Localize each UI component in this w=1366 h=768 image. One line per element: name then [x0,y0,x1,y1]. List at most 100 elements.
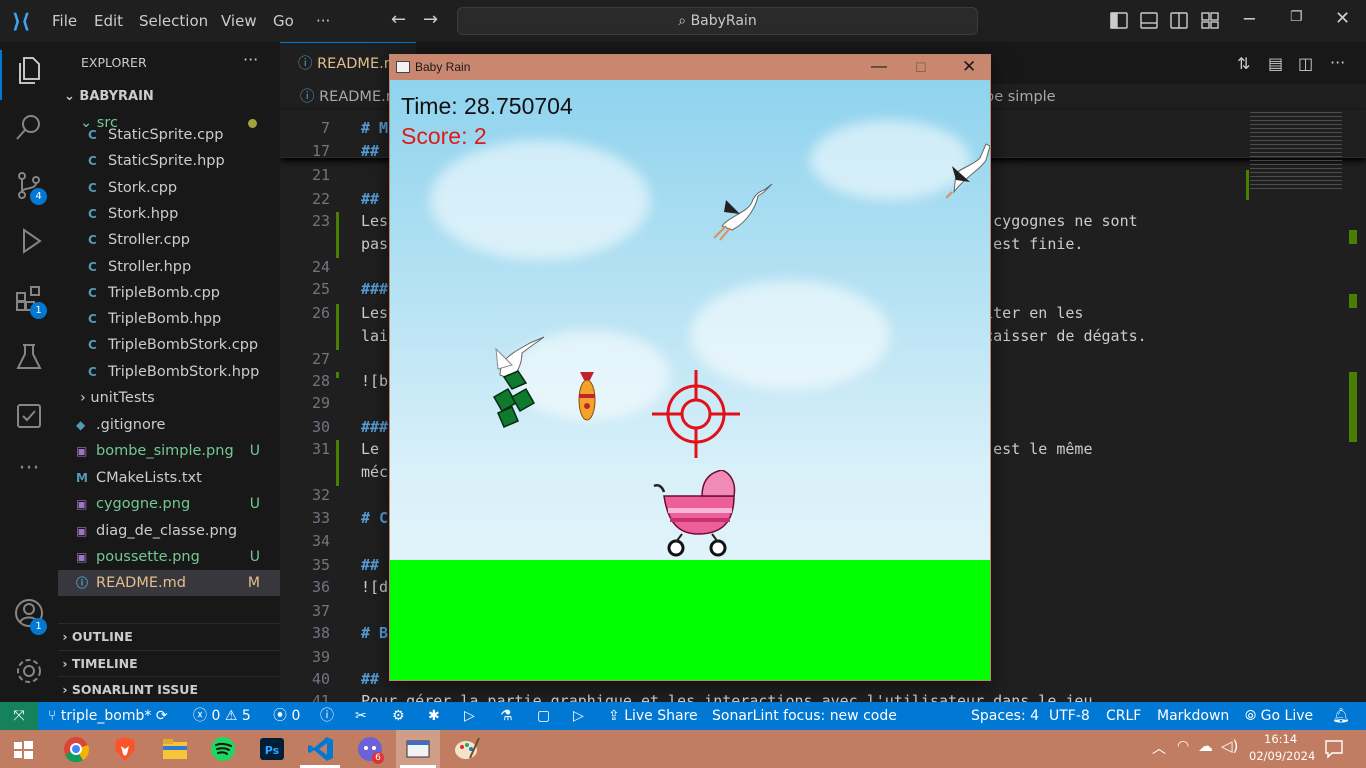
split-editor-icon[interactable]: ◫ [1298,54,1313,73]
info-circle-icon[interactable]: ⓘ [320,702,334,730]
explorer-icon[interactable] [14,54,44,84]
editor-more-icon[interactable]: ··· [1330,53,1345,72]
notification-center-icon[interactable] [1324,739,1344,759]
vscode-taskbar-icon[interactable] [306,734,336,764]
code-line[interactable]: ## [361,670,379,688]
remote-indicator[interactable]: ⤧ [0,702,38,730]
testing-icon[interactable] [14,342,44,372]
minimize-icon[interactable]: — [871,54,887,79]
close-icon[interactable]: ✕ [962,54,976,79]
file-item[interactable]: C TripleBomb.cpp [58,280,280,306]
file-item[interactable]: C StaticSprite.cpp [58,122,280,148]
game-window-titlebar[interactable]: Baby Rain — ☐ ✕ [390,55,990,80]
onedrive-cloud-icon[interactable]: ☁ [1198,737,1213,755]
photoshop-icon[interactable]: Ps [257,734,287,764]
clock-date[interactable]: 02/09/2024 [1249,749,1315,763]
live-share-button[interactable]: ⇪ Live Share [608,702,698,730]
code-line[interactable]: # B [361,624,388,642]
encoding-setting[interactable]: UTF-8 [1049,702,1090,730]
menu-view[interactable]: View [221,12,257,30]
game-window[interactable]: Baby Rain — ☐ ✕ Time: 28.750704 Score: 2 [389,54,991,681]
menu-selection[interactable]: Selection [139,12,208,30]
minimap[interactable] [1246,110,1346,702]
file-item[interactable]: ▣ poussette.png U [58,544,280,570]
flask-icon[interactable]: ⚗ [500,702,513,730]
timeline-section[interactable]: › TIMELINE [58,650,280,676]
sonarlint-section[interactable]: › SONARLINT ISSUE LOCATIONS [58,676,280,702]
file-item[interactable]: C Stroller.hpp [58,254,280,280]
scrollbar[interactable] [1349,112,1361,702]
branch-indicator[interactable]: ⑂ triple_bomb* ⟳ [48,702,168,730]
file-item[interactable]: ⓘ README.md M [58,570,280,597]
code-line[interactable]: # C [361,509,388,527]
file-item[interactable]: C TripleBomb.hpp [58,306,280,332]
code-line[interactable]: ### [361,280,388,298]
file-explorer-icon[interactable] [160,734,190,764]
forward-arrow-icon[interactable]: → [423,9,438,30]
gear-icon[interactable]: ⚙ [392,702,405,730]
close-icon[interactable]: ✕ [1335,8,1350,29]
menu-edit[interactable]: Edit [94,12,123,30]
menu-file[interactable]: File [52,12,77,30]
brave-icon[interactable] [110,734,140,764]
code-line[interactable]: # M [361,119,388,137]
menu-more[interactable]: ··· [316,12,330,30]
search-icon[interactable] [14,112,44,142]
file-item[interactable]: C TripleBombStork.hpp [58,359,280,385]
more-views-icon[interactable]: ··· [14,456,44,486]
code-line[interactable]: ### [361,418,388,436]
box-icon[interactable]: ▢ [537,702,550,730]
code-line[interactable]: ![d [361,578,388,596]
file-item[interactable]: ▣ cygogne.png U [58,491,280,517]
wifi-icon[interactable]: ◠ [1177,738,1189,754]
play-icon[interactable]: ▷ [464,702,475,730]
file-item[interactable]: ▣ bombe_simple.png U [58,438,280,464]
maximize-icon[interactable]: ☐ [915,55,927,80]
eol-setting[interactable]: CRLF [1106,702,1141,730]
restore-icon[interactable]: ❐ [1290,9,1303,25]
volume-icon[interactable]: ◁) [1221,737,1238,755]
indentation-setting[interactable]: Spaces: 4 [971,702,1039,730]
code-line[interactable]: ## [361,142,379,160]
tasks-icon[interactable] [14,400,44,430]
baby-rain-app-icon[interactable] [403,734,433,764]
code-line[interactable]: Pour gérer la partie graphique et les in… [361,692,1102,702]
paint-icon[interactable] [452,734,482,764]
go-live-button[interactable]: ⦾ Go Live [1245,702,1313,730]
workspace-root[interactable]: ⌄ BABYRAIN [58,84,280,110]
code-line[interactable]: ## [361,556,379,574]
file-item[interactable]: C TripleBombStork.cpp [58,332,280,358]
code-line[interactable]: méc [361,463,388,481]
file-item[interactable]: C Stork.cpp [58,175,280,201]
file-item[interactable]: M CMakeLists.txt [58,465,280,491]
file-item[interactable]: C Stork.hpp [58,201,280,227]
run-debug-icon[interactable] [14,226,44,256]
windows-start-icon[interactable] [12,734,42,764]
explorer-more-button[interactable]: ··· [243,50,258,69]
sonarlint-focus[interactable]: SonarLint focus: new code [712,702,897,730]
language-mode[interactable]: Markdown [1157,702,1229,730]
settings-gear-icon[interactable] [14,656,44,686]
tools-icon[interactable]: ✂ [355,702,367,730]
preview-icon[interactable]: ▤ [1268,54,1283,73]
back-arrow-icon[interactable]: ← [391,9,406,30]
problems-indicator[interactable]: ⓧ 0 ⚠ 5 [193,702,251,730]
game-canvas[interactable]: Time: 28.750704 Score: 2 [390,80,990,680]
code-line[interactable]: ![b [361,372,388,390]
minimize-icon[interactable]: ─ [1244,9,1255,30]
chrome-icon[interactable] [61,734,91,764]
bug-icon[interactable]: ✱ [428,702,440,730]
clock-time[interactable]: 16:14 [1264,732,1297,746]
command-center-search[interactable]: ⌕ BabyRain [457,7,978,35]
ports-indicator[interactable]: ⦿ 0 [273,702,300,730]
breadcrumb-heading[interactable]: be simple [985,84,1056,110]
file-item[interactable]: ▣ diag_de_classe.png [58,518,280,544]
file-item[interactable]: ◆ .gitignore [58,412,280,438]
tray-chevron-icon[interactable]: ︿ [1152,738,1166,758]
file-item[interactable]: C Stroller.cpp [58,227,280,253]
folder-unittests[interactable]: › unitTests [58,385,280,411]
notifications-bell-icon[interactable]: 🔔︎ [1332,702,1350,730]
menu-go[interactable]: Go [273,12,294,30]
compare-icon[interactable]: ⇅ [1237,54,1250,73]
outline-section[interactable]: › OUTLINE [58,623,280,649]
